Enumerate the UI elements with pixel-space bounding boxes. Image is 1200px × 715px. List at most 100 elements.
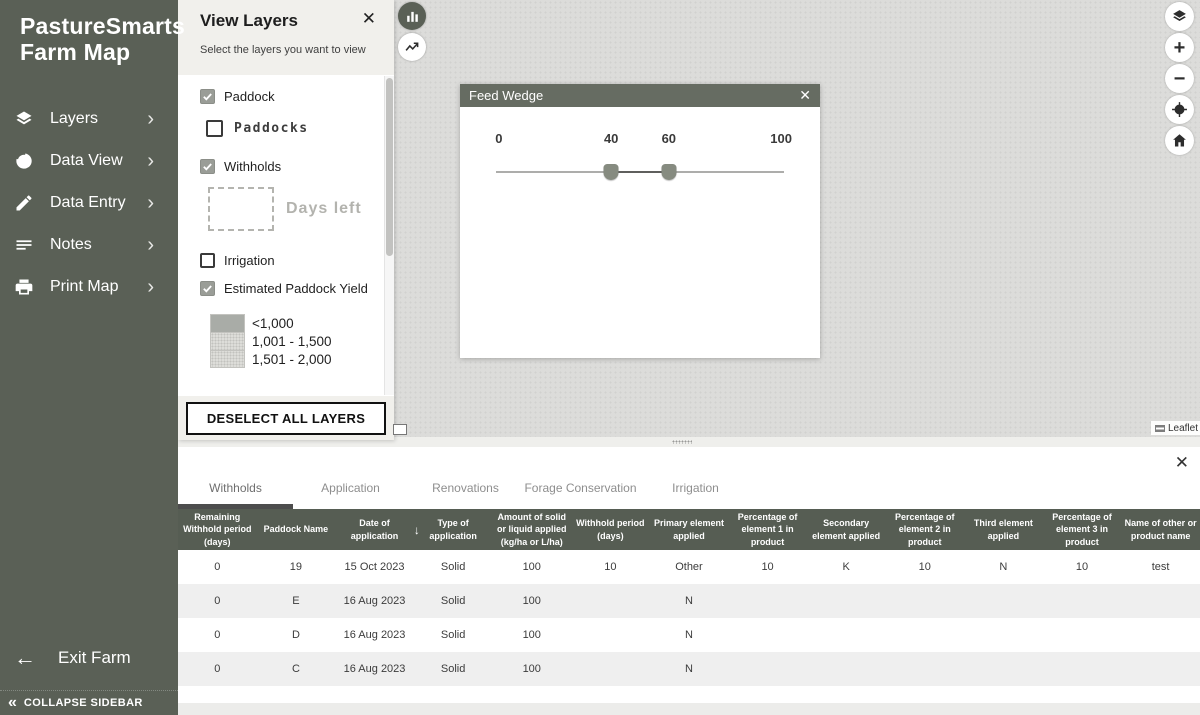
bar-chart-button[interactable]: [398, 2, 426, 30]
paddocks-checkbox[interactable]: [206, 120, 223, 137]
view-layers-header: View Layers ✕ Select the layers you want…: [178, 0, 394, 75]
sidebar-item-print-map[interactable]: Print Map›: [0, 266, 178, 308]
map-control-zoom-out-button[interactable]: −: [1165, 64, 1194, 93]
tab-label: Forage Conservation: [524, 481, 636, 495]
estimated-paddock-yield-label: Estimated Paddock Yield: [224, 281, 368, 296]
collapse-sidebar-button[interactable]: « COLLAPSE SIDEBAR: [0, 690, 178, 715]
table-header-row: Remaining Withhold period (days) Paddock …: [178, 509, 1200, 550]
panel-resize-handle[interactable]: [393, 424, 407, 435]
app-title: PastureSmarts Farm Map: [0, 0, 178, 66]
table-cell: N: [964, 550, 1043, 584]
table-row[interactable]: 0E16 Aug 2023Solid100N: [178, 584, 1200, 618]
irrigation-checkbox[interactable]: [200, 253, 215, 268]
table-cell: 0: [178, 652, 257, 686]
column-header[interactable]: Paddock Name: [257, 509, 336, 550]
leaflet-flag-icon: [1155, 425, 1165, 432]
tab-renovations[interactable]: Renovations: [408, 447, 523, 509]
tab-label: Renovations: [432, 481, 499, 495]
table-cell: 10: [1043, 550, 1122, 584]
irrigation-label: Irrigation: [224, 253, 275, 268]
view-layers-subtitle: Select the layers you want to view: [200, 44, 380, 56]
table-row[interactable]: 0C16 Aug 2023Solid100N: [178, 652, 1200, 686]
table-cell: [571, 618, 650, 652]
tab-application[interactable]: Application: [293, 447, 408, 509]
paddock-checkbox[interactable]: [200, 89, 215, 104]
slider-handle-max[interactable]: [661, 164, 676, 180]
sort-desc-icon: ↓: [414, 522, 420, 538]
layer-item-irrigation: Irrigation: [200, 253, 394, 268]
column-header[interactable]: Remaining Withhold period (days): [178, 509, 257, 550]
column-header[interactable]: Type of application: [414, 509, 493, 550]
table-cell: 16 Aug 2023: [335, 618, 414, 652]
slider-handle-min[interactable]: [604, 164, 619, 180]
yield-legend-row: <1,000: [210, 314, 394, 332]
map-controls: +−: [1165, 2, 1194, 157]
table-row[interactable]: 0D16 Aug 2023Solid100N: [178, 618, 1200, 652]
table-body: 01915 Oct 2023Solid10010Other10K10N10tes…: [178, 550, 1200, 686]
scrollbar-thumb[interactable]: [386, 78, 393, 256]
layer-item-paddocks: Paddocks: [206, 120, 394, 137]
sidebar-item-layers[interactable]: Layers›: [0, 98, 178, 140]
withholds-label: Withholds: [224, 159, 281, 174]
yield-legend-label: 1,501 - 2,000: [252, 352, 332, 367]
slider-selected-range: [611, 171, 669, 173]
column-header-label: Name of other or product name: [1124, 517, 1197, 541]
sidebar-item-data-entry[interactable]: Data Entry›: [0, 182, 178, 224]
yield-legend-swatch: [210, 350, 245, 368]
map-control-home-button[interactable]: [1165, 126, 1194, 155]
sidebar-item-data-view[interactable]: Data View›: [0, 140, 178, 182]
table-bottom-strip: [178, 703, 1200, 715]
close-icon[interactable]: ✕: [1175, 453, 1189, 473]
close-icon[interactable]: ✕: [362, 9, 376, 29]
table-cell: [1121, 618, 1200, 652]
drag-handle[interactable]: [672, 440, 692, 444]
tab-label: Withholds: [209, 481, 262, 495]
map-attribution: Leaflet: [1151, 421, 1200, 435]
estimated-paddock-yield-checkbox[interactable]: [200, 281, 215, 296]
home-icon: [1171, 132, 1188, 149]
sidebar-item-notes[interactable]: Notes›: [0, 224, 178, 266]
withholds-checkbox[interactable]: [200, 159, 215, 174]
table-row[interactable]: 01915 Oct 2023Solid10010Other10K10N10tes…: [178, 550, 1200, 584]
map-control-zoom-in-button[interactable]: +: [1165, 33, 1194, 62]
layer-list-scrollbar[interactable]: [384, 76, 394, 395]
column-header[interactable]: Date of application↓: [335, 509, 414, 550]
column-header[interactable]: Withhold period (days): [571, 509, 650, 550]
table-cell: 100: [492, 652, 571, 686]
app-title-line1: PastureSmarts: [20, 14, 178, 40]
sidebar-item-label: Print Map: [50, 278, 147, 296]
column-header[interactable]: Amount of solid or liquid applied (kg/ha…: [492, 509, 571, 550]
map-control-layers-button[interactable]: [1165, 2, 1194, 31]
column-header[interactable]: Secondary element applied: [807, 509, 886, 550]
table-cell: [728, 618, 807, 652]
column-header[interactable]: Primary element applied: [650, 509, 729, 550]
data-table-tabs: Withholds Application Renovations Forage Co…: [178, 447, 1200, 509]
tab-withholds[interactable]: Withholds: [178, 447, 293, 509]
table-cell: 10: [571, 550, 650, 584]
deselect-all-layers-button[interactable]: DESELECT ALL LAYERS: [186, 402, 386, 435]
table-cell: 0: [178, 584, 257, 618]
feed-wedge-header: Feed Wedge ✕: [460, 84, 820, 107]
sidebar-item-label: Notes: [50, 236, 147, 254]
table-cell: [728, 584, 807, 618]
sidebar-item-label: Data Entry: [50, 194, 147, 212]
column-header[interactable]: Percentage of element 1 in product: [728, 509, 807, 550]
column-header[interactable]: Percentage of element 3 in product: [1043, 509, 1122, 550]
back-arrow-icon: ←: [14, 649, 36, 667]
close-icon[interactable]: ✕: [799, 87, 811, 104]
tab-forage-conservation[interactable]: Forage Conservation: [523, 447, 638, 509]
column-header[interactable]: Percentage of element 2 in product: [885, 509, 964, 550]
exit-farm-button[interactable]: ← Exit Farm: [0, 648, 178, 668]
layer-item-paddock: Paddock: [200, 89, 394, 104]
trend-chart-button[interactable]: [398, 33, 426, 61]
map-control-locate-button[interactable]: [1165, 95, 1194, 124]
view-layers-panel: View Layers ✕ Select the layers you want…: [178, 0, 394, 440]
table-cell: [885, 652, 964, 686]
column-header-label: Paddock Name: [264, 523, 329, 535]
column-header[interactable]: Third element applied: [964, 509, 1043, 550]
days-left-swatch: [208, 187, 274, 231]
yield-legend-swatch: [210, 332, 245, 350]
tab-irrigation[interactable]: Irrigation: [638, 447, 753, 509]
column-header[interactable]: Name of other or product name: [1121, 509, 1200, 550]
table-cell: 16 Aug 2023: [335, 652, 414, 686]
